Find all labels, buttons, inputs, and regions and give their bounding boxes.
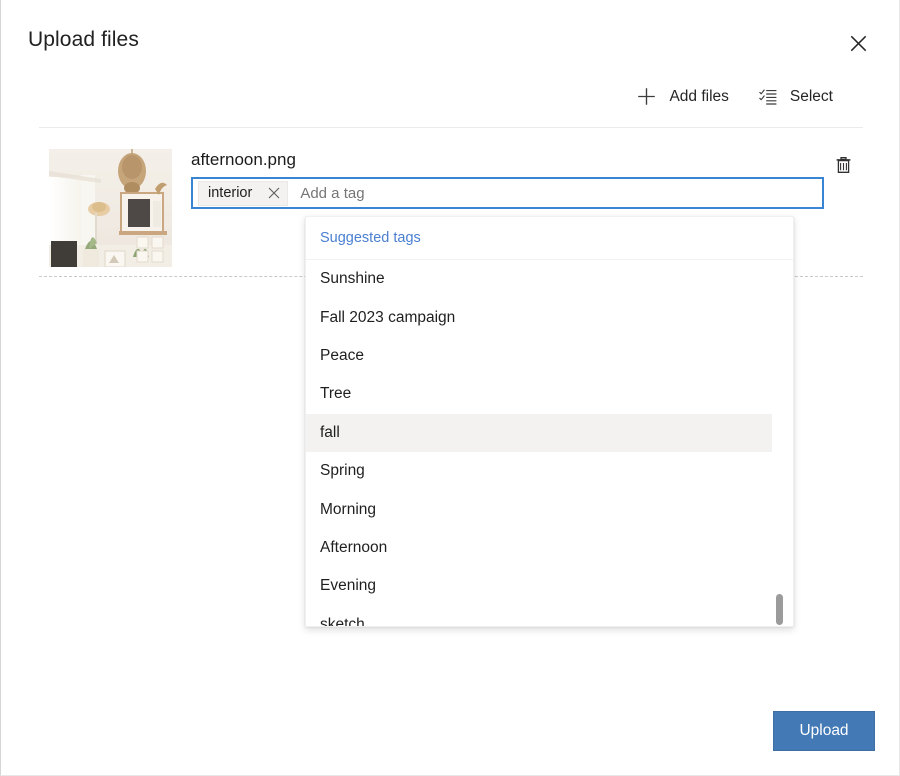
suggestion-item[interactable]: Tree [306, 375, 772, 413]
command-bar: Add files Select [637, 87, 833, 106]
upload-button[interactable]: Upload [773, 711, 875, 751]
suggestion-item[interactable]: Afternoon [306, 529, 772, 567]
suggestion-item-label: Peace [320, 347, 364, 365]
suggestion-item[interactable]: Sunshine [306, 260, 772, 298]
delete-file-button[interactable] [829, 151, 857, 179]
tag-pill-interior[interactable]: interior [198, 181, 288, 206]
checklist-icon [759, 89, 777, 105]
tag-pill-label: interior [208, 185, 252, 201]
file-name: afternoon.png [191, 150, 296, 170]
suggestion-item[interactable]: Evening [306, 567, 772, 605]
suggested-tags-header: Suggested tags [306, 217, 793, 260]
page-title: Upload files [28, 28, 139, 52]
suggestion-item-label: Sunshine [320, 270, 385, 288]
file-thumbnail [49, 149, 172, 267]
suggestion-item-label: Afternoon [320, 539, 387, 557]
suggested-tags-list: Sunshine Fall 2023 campaign Peace Tree fall S… [306, 260, 793, 627]
dropdown-scroll-thumb[interactable] [776, 594, 783, 625]
select-label: Select [790, 88, 833, 106]
dropdown-scrollbar[interactable] [776, 260, 783, 627]
suggestion-item[interactable]: Fall 2023 campaign [306, 298, 772, 336]
suggestion-item[interactable]: Morning [306, 490, 772, 528]
select-button[interactable]: Select [759, 88, 833, 106]
close-icon [850, 35, 867, 52]
suggestion-item-label: Evening [320, 577, 376, 595]
add-files-label: Add files [669, 88, 728, 106]
suggestion-item-label: Tree [320, 385, 351, 403]
suggestion-item-label: Fall 2023 campaign [320, 309, 455, 327]
plus-icon [637, 87, 656, 106]
tag-input[interactable]: Add a tag [300, 185, 819, 202]
suggestion-item[interactable]: Peace [306, 337, 772, 375]
tag-picker[interactable]: interior Add a tag [191, 177, 824, 209]
remove-tag-icon[interactable] [260, 182, 287, 205]
suggested-tags-dropdown: Suggested tags Sunshine Fall 2023 campaig… [305, 216, 794, 627]
trash-icon [835, 156, 852, 174]
suggestion-item-label: sketch [320, 616, 365, 627]
suggestion-item[interactable]: fall [306, 414, 772, 452]
header-divider [39, 127, 863, 128]
upload-files-dialog: Upload files Add files [0, 0, 900, 776]
close-button[interactable] [841, 26, 875, 60]
suggestion-item-label: Spring [320, 462, 365, 480]
suggestion-item[interactable]: sketch [306, 606, 772, 627]
suggestion-item[interactable]: Spring [306, 452, 772, 490]
suggestion-item-label: fall [320, 424, 340, 442]
add-files-button[interactable]: Add files [637, 87, 728, 106]
suggestion-item-label: Morning [320, 501, 376, 519]
